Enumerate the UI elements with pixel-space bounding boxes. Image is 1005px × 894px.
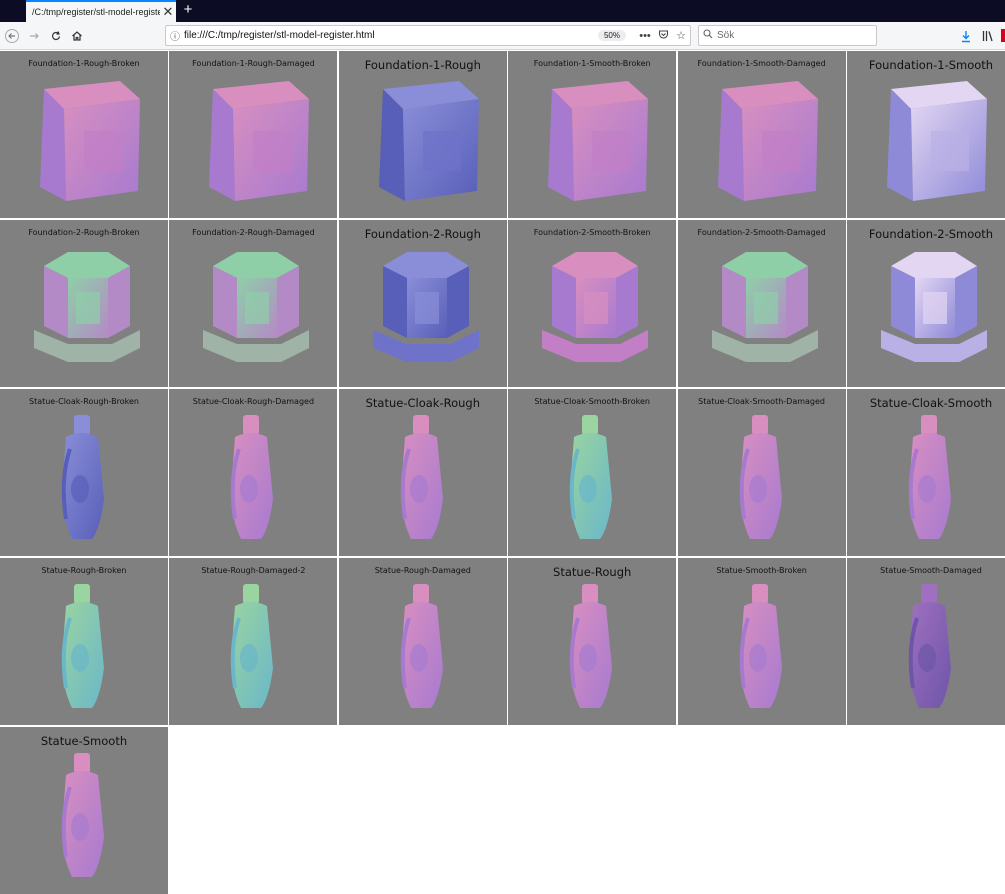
model-thumbnail[interactable]: Foundation-2-Smooth-Damaged: [677, 220, 846, 387]
model-thumbnail[interactable]: Foundation-2-Smooth-Broken: [508, 220, 677, 387]
model-render-image: [739, 415, 782, 539]
model-render-image: [711, 252, 818, 362]
pocket-icon[interactable]: [654, 29, 672, 43]
model-label: Foundation-2-Smooth-Damaged: [697, 228, 826, 237]
model-render-image: [908, 415, 951, 539]
model-thumbnail[interactable]: Statue-Rough: [508, 558, 677, 725]
model-thumbnail[interactable]: Foundation-1-Rough-Damaged: [169, 51, 338, 218]
model-label: Foundation-2-Rough-Damaged: [192, 228, 315, 237]
model-label: Statue-Cloak-Smooth-Damaged: [698, 397, 826, 406]
model-thumbnail[interactable]: Foundation-2-Rough-Damaged: [169, 220, 338, 387]
model-render-image: [209, 81, 310, 201]
model-label: Statue-Cloak-Rough: [365, 396, 480, 410]
model-render-image: [739, 584, 782, 708]
model-label: Foundation-1-Smooth: [868, 58, 994, 72]
info-icon[interactable]: ⓘ: [166, 28, 184, 43]
model-render-image: [548, 81, 649, 201]
model-thumbnail[interactable]: Statue-Cloak-Rough-Damaged: [169, 389, 338, 556]
model-render-image: [542, 252, 649, 362]
address-bar[interactable]: ⓘ file:///C:/tmp/register/stl-model-regi…: [165, 25, 691, 46]
model-render-image: [231, 584, 274, 708]
model-label: Foundation-2-Smooth-Broken: [533, 228, 651, 237]
model-thumbnail[interactable]: Statue-Smooth-Damaged: [847, 558, 1005, 725]
star-icon[interactable]: ☆: [672, 29, 690, 42]
model-thumbnail[interactable]: Statue-Cloak-Smooth: [847, 389, 1005, 556]
model-render-image: [400, 584, 443, 708]
model-render-image: [717, 81, 818, 201]
model-label: Foundation-1-Smooth-Broken: [533, 59, 651, 68]
model-render-image: [61, 415, 104, 539]
model-thumbnail[interactable]: Foundation-2-Smooth: [847, 220, 1005, 387]
model-label: Statue-Rough-Damaged-2: [201, 566, 306, 575]
model-label: Statue-Cloak-Rough-Broken: [28, 397, 139, 406]
search-input[interactable]: Sök: [717, 30, 734, 41]
close-tab-icon[interactable]: ✕: [160, 4, 176, 20]
model-thumbnail[interactable]: Foundation-1-Rough-Broken: [0, 51, 168, 218]
new-tab-icon[interactable]: +: [180, 1, 196, 18]
model-thumbnail[interactable]: Statue-Rough-Damaged-2: [169, 558, 338, 725]
model-label: Foundation-1-Smooth-Damaged: [697, 59, 826, 68]
model-render-image: [887, 81, 987, 201]
model-render-image: [34, 252, 140, 362]
model-render-image: [378, 81, 479, 201]
model-thumbnail[interactable]: Foundation-1-Rough: [338, 51, 507, 218]
model-label: Foundation-2-Rough-Broken: [28, 228, 140, 237]
library-icon[interactable]: [979, 26, 997, 46]
model-thumbnail[interactable]: Statue-Cloak-Smooth-Broken: [508, 389, 677, 556]
model-label: Statue-Smooth: [40, 734, 128, 748]
search-icon: [699, 29, 717, 42]
forward-arrow-icon[interactable]: [24, 26, 44, 46]
model-thumbnail[interactable]: Statue-Smooth-Broken: [677, 558, 846, 725]
model-thumbnail[interactable]: Foundation-2-Rough: [338, 220, 507, 387]
model-label: Foundation-1-Rough-Broken: [28, 59, 140, 68]
model-thumbnail[interactable]: Statue-Cloak-Smooth-Damaged: [677, 389, 846, 556]
model-render-image: [61, 584, 104, 708]
active-tab[interactable]: /C:/tmp/register/stl-model-register ✕: [26, 0, 176, 22]
download-icon[interactable]: [957, 26, 975, 46]
back-arrow-icon[interactable]: [2, 26, 22, 46]
model-thumbnail[interactable]: Foundation-2-Rough-Broken: [0, 220, 168, 387]
model-render-image: [231, 415, 274, 539]
model-thumbnail[interactable]: Statue-Rough-Broken: [0, 558, 168, 725]
model-label: Statue-Smooth-Damaged: [880, 566, 982, 575]
zoom-level-badge[interactable]: 50%: [597, 30, 626, 41]
url-text[interactable]: file:///C:/tmp/register/stl-model-regist…: [184, 30, 598, 41]
home-icon[interactable]: [67, 26, 87, 46]
model-label: Foundation-1-Rough: [364, 58, 481, 72]
model-label: Statue-Cloak-Rough-Damaged: [192, 397, 315, 406]
model-thumbnail[interactable]: Statue-Smooth: [0, 727, 168, 894]
model-label: Statue-Rough: [553, 565, 632, 579]
model-label: Statue-Cloak-Smooth: [869, 396, 993, 410]
search-box[interactable]: Sök: [698, 25, 877, 46]
model-label: Foundation-1-Rough-Damaged: [192, 59, 315, 68]
model-label: Statue-Rough-Broken: [41, 566, 127, 575]
model-label: Statue-Rough-Damaged: [374, 566, 471, 575]
model-label: Statue-Cloak-Smooth-Broken: [534, 397, 650, 406]
model-render-image: [61, 753, 104, 877]
model-thumbnail[interactable]: Foundation-1-Smooth: [847, 51, 1005, 218]
model-render-image: [569, 584, 613, 708]
reload-icon[interactable]: [46, 26, 66, 46]
model-render-image: [203, 252, 310, 362]
tab-title: /C:/tmp/register/stl-model-register: [32, 7, 160, 17]
model-label: Foundation-2-Smooth: [868, 227, 994, 241]
overflow-indicator: [1001, 29, 1005, 42]
model-label: Statue-Smooth-Broken: [716, 566, 807, 575]
model-render-image: [40, 81, 140, 201]
model-render-image: [400, 415, 443, 539]
model-thumbnail[interactable]: Statue-Cloak-Rough-Broken: [0, 389, 168, 556]
model-thumbnail[interactable]: Foundation-1-Smooth-Broken: [508, 51, 677, 218]
model-thumbnail[interactable]: Statue-Cloak-Rough: [338, 389, 507, 556]
model-render-image: [372, 252, 479, 362]
more-dots-icon[interactable]: •••: [636, 30, 654, 42]
nav-toolbar: ⓘ file:///C:/tmp/register/stl-model-regi…: [0, 22, 1005, 50]
model-thumbnail[interactable]: Statue-Rough-Damaged: [338, 558, 507, 725]
model-render-image: [569, 415, 613, 539]
tab-bar: /C:/tmp/register/stl-model-register ✕ +: [0, 0, 1005, 22]
model-render-image: [908, 584, 951, 708]
model-render-image: [881, 252, 987, 362]
model-thumbnail[interactable]: Foundation-1-Smooth-Damaged: [677, 51, 846, 218]
model-label: Foundation-2-Rough: [364, 227, 481, 241]
